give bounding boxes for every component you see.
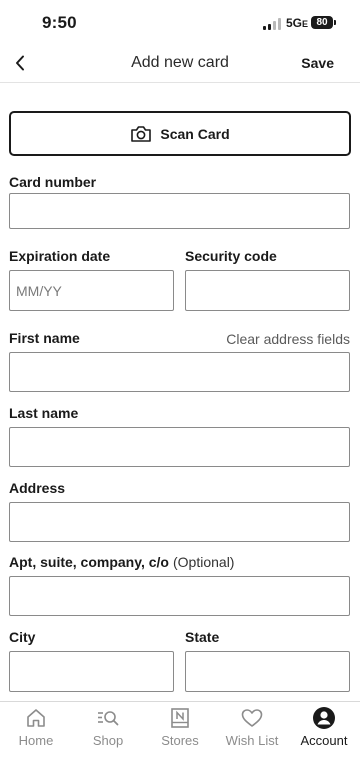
address-label: Address bbox=[9, 480, 66, 496]
apt-label: Apt, suite, company, c/o (Optional) bbox=[9, 554, 235, 570]
bottom-nav: Home Shop Stores Wish List Account bbox=[0, 701, 360, 778]
nav-stores[interactable]: Stores bbox=[144, 702, 216, 762]
nav-stores-label: Stores bbox=[161, 733, 199, 748]
save-button[interactable]: Save bbox=[301, 55, 334, 71]
nav-home[interactable]: Home bbox=[0, 702, 72, 762]
address-input[interactable] bbox=[9, 502, 350, 542]
scan-card-label: Scan Card bbox=[160, 125, 230, 142]
nav-shop-label: Shop bbox=[92, 733, 124, 748]
home-icon bbox=[27, 709, 45, 727]
nav-wish-list-label: Wish List bbox=[225, 733, 279, 748]
store-icon bbox=[171, 708, 189, 728]
security-code-label: Security code bbox=[185, 248, 277, 264]
last-name-label: Last name bbox=[9, 405, 79, 421]
network-indicator: 5GE bbox=[286, 16, 309, 30]
expiration-date-label: Expiration date bbox=[9, 248, 111, 264]
signal-icon bbox=[263, 18, 283, 30]
scan-card-button[interactable]: Scan Card bbox=[9, 111, 351, 156]
heart-icon bbox=[241, 709, 263, 727]
nav-shop[interactable]: Shop bbox=[72, 702, 144, 762]
first-name-input[interactable] bbox=[9, 352, 350, 392]
nav-wish-list[interactable]: Wish List bbox=[216, 702, 288, 762]
apt-input[interactable] bbox=[9, 576, 350, 616]
state-label: State bbox=[185, 629, 220, 645]
last-name-input[interactable] bbox=[9, 427, 350, 467]
expiration-date-input[interactable] bbox=[9, 270, 174, 311]
nav-home-label: Home bbox=[18, 733, 54, 748]
battery-icon: 80 bbox=[311, 16, 336, 29]
optional-tag: (Optional) bbox=[173, 554, 235, 570]
nav-account-label: Account bbox=[300, 733, 348, 748]
card-number-label: Card number bbox=[9, 174, 97, 190]
security-code-input[interactable] bbox=[185, 270, 350, 311]
status-time: 9:50 bbox=[42, 13, 77, 32]
city-input[interactable] bbox=[9, 651, 174, 692]
city-label: City bbox=[9, 629, 36, 645]
card-number-input[interactable] bbox=[9, 193, 350, 229]
state-select[interactable] bbox=[185, 651, 350, 692]
clear-address-fields-link[interactable]: Clear address fields bbox=[226, 331, 350, 347]
nav-account[interactable]: Account bbox=[288, 702, 360, 762]
account-icon bbox=[313, 707, 335, 729]
status-bar: 9:50 5GE 80 bbox=[0, 0, 360, 46]
add-card-screen: 9:50 5GE 80 Add new card Save Scan Card … bbox=[0, 0, 360, 778]
header: Add new card Save bbox=[0, 46, 360, 83]
camera-icon bbox=[131, 125, 152, 142]
first-name-label: First name bbox=[9, 330, 80, 346]
search-list-icon bbox=[98, 711, 119, 726]
